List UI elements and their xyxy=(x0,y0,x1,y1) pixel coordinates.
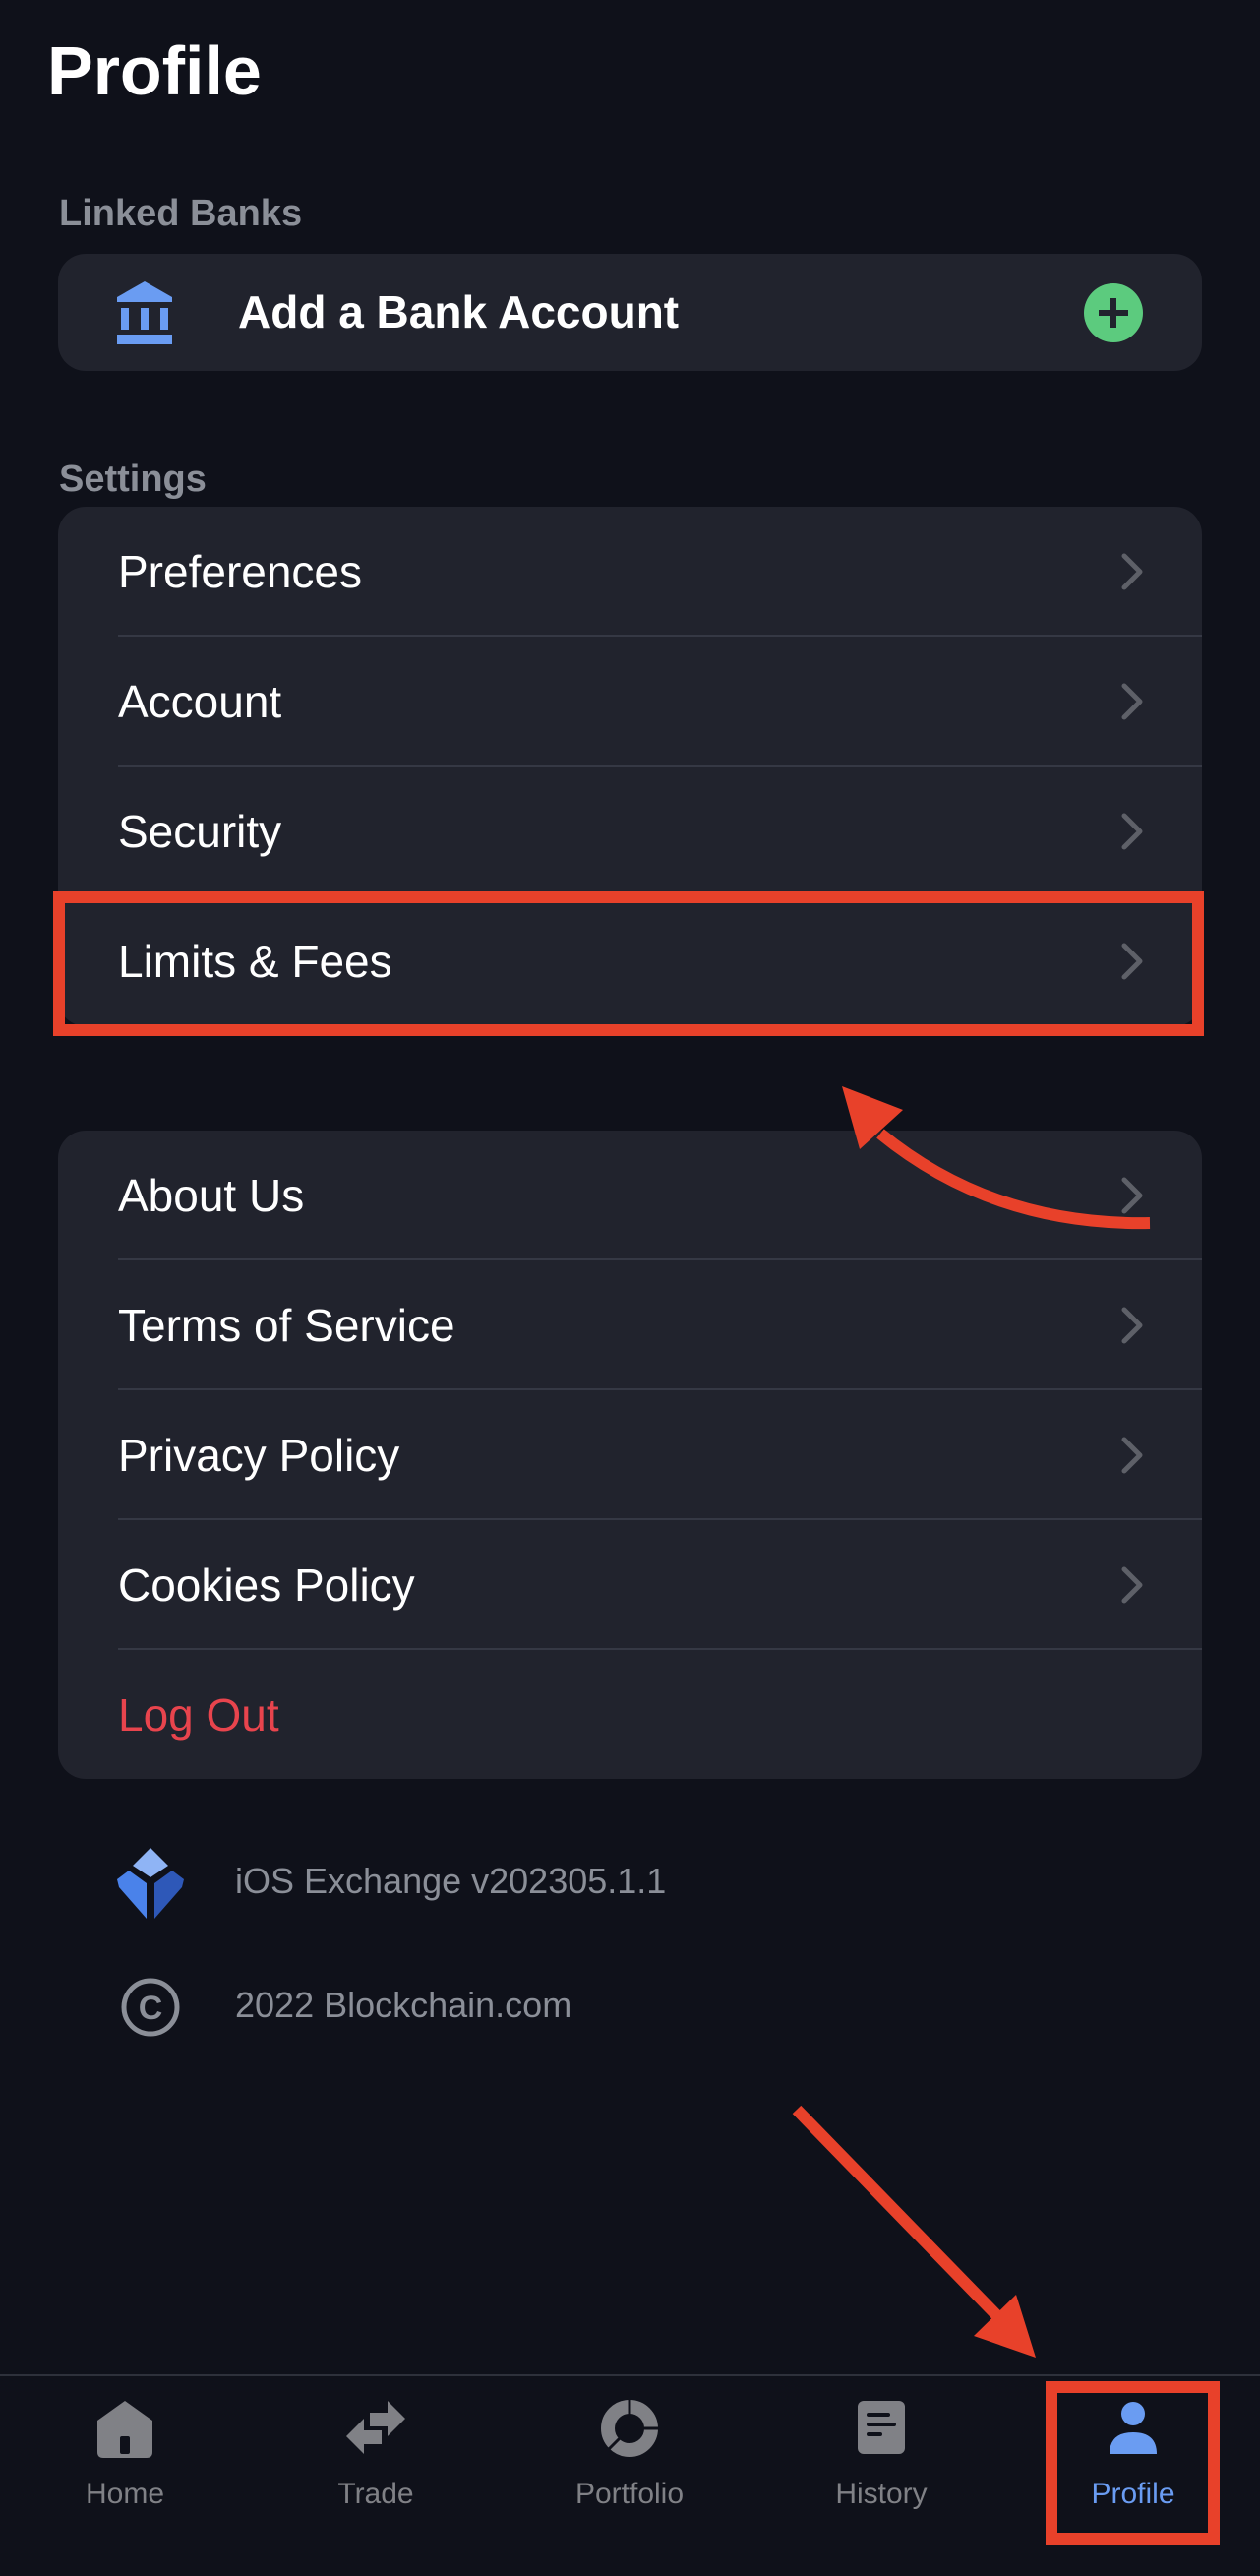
settings-item-label: Account xyxy=(118,676,282,727)
cookies-policy-item[interactable]: Cookies Policy xyxy=(58,1520,1202,1650)
version-text: iOS Exchange v202305.1.1 xyxy=(235,1861,667,1901)
tab-history[interactable]: History xyxy=(803,2391,960,2539)
add-bank-account-button[interactable]: Add a Bank Account xyxy=(58,254,1202,371)
copyright-info: C 2022 Blockchain.com xyxy=(113,1960,802,2039)
settings-item-limits-fees[interactable]: Limits & Fees xyxy=(58,896,1202,1026)
about-list: About Us Terms of Service Privacy Policy… xyxy=(58,1131,1202,1779)
tab-home[interactable]: Home xyxy=(46,2391,204,2539)
trade-arrows-icon xyxy=(346,2401,405,2454)
tab-bar: Home Trade Portfolio History Profile xyxy=(0,2376,1260,2576)
about-item-label: Cookies Policy xyxy=(118,1560,415,1611)
log-out-label: Log Out xyxy=(118,1689,279,1741)
settings-item-label: Limits & Fees xyxy=(118,936,392,987)
chevron-right-icon xyxy=(1121,943,1143,980)
portfolio-donut-icon xyxy=(601,2399,659,2457)
settings-label: Settings xyxy=(59,459,207,500)
tab-label: Home xyxy=(85,2478,165,2510)
settings-item-label: Security xyxy=(118,806,282,857)
user-icon xyxy=(1110,2402,1157,2454)
settings-item-security[interactable]: Security xyxy=(58,767,1202,896)
tab-label: Trade xyxy=(337,2478,414,2510)
tab-portfolio[interactable]: Portfolio xyxy=(551,2391,708,2539)
settings-list: Preferences Account Security Limits & Fe… xyxy=(58,507,1202,1026)
svg-text:C: C xyxy=(139,1990,163,2027)
tab-label: Portfolio xyxy=(574,2478,685,2510)
chevron-right-icon xyxy=(1121,1177,1143,1214)
bank-icon xyxy=(117,281,172,344)
linked-banks-label: Linked Banks xyxy=(59,193,303,234)
about-item-label: Terms of Service xyxy=(118,1300,455,1351)
about-us-item[interactable]: About Us xyxy=(58,1131,1202,1260)
chevron-right-icon xyxy=(1121,1437,1143,1474)
chevron-right-icon xyxy=(1121,813,1143,850)
about-item-label: Privacy Policy xyxy=(118,1430,400,1481)
page-title: Profile xyxy=(47,32,262,109)
terms-of-service-item[interactable]: Terms of Service xyxy=(58,1260,1202,1390)
history-doc-icon xyxy=(858,2401,905,2454)
copyright-icon: C xyxy=(121,1978,180,2037)
about-item-label: About Us xyxy=(118,1170,305,1221)
chevron-right-icon xyxy=(1121,553,1143,590)
straight-arrow xyxy=(792,2105,1036,2358)
chevron-right-icon xyxy=(1121,683,1143,720)
log-out-button[interactable]: Log Out xyxy=(58,1650,1202,1780)
privacy-policy-item[interactable]: Privacy Policy xyxy=(58,1390,1202,1520)
chevron-right-icon xyxy=(1121,1566,1143,1604)
settings-item-preferences[interactable]: Preferences xyxy=(58,507,1202,637)
tab-trade[interactable]: Trade xyxy=(297,2391,454,2539)
chevron-right-icon xyxy=(1121,1307,1143,1344)
version-info: iOS Exchange v202305.1.1 xyxy=(113,1836,802,1919)
copyright-text: 2022 Blockchain.com xyxy=(235,1985,572,2025)
add-bank-account-label: Add a Bank Account xyxy=(238,286,680,337)
tab-label: Profile xyxy=(1091,2478,1175,2510)
blockchain-logo-icon xyxy=(117,1848,184,1919)
plus-circle-icon[interactable] xyxy=(1084,283,1143,342)
tab-profile[interactable]: Profile xyxy=(1054,2391,1212,2539)
tab-label: History xyxy=(835,2478,928,2510)
settings-item-account[interactable]: Account xyxy=(58,637,1202,767)
settings-item-label: Preferences xyxy=(118,546,363,597)
home-icon xyxy=(97,2401,152,2458)
